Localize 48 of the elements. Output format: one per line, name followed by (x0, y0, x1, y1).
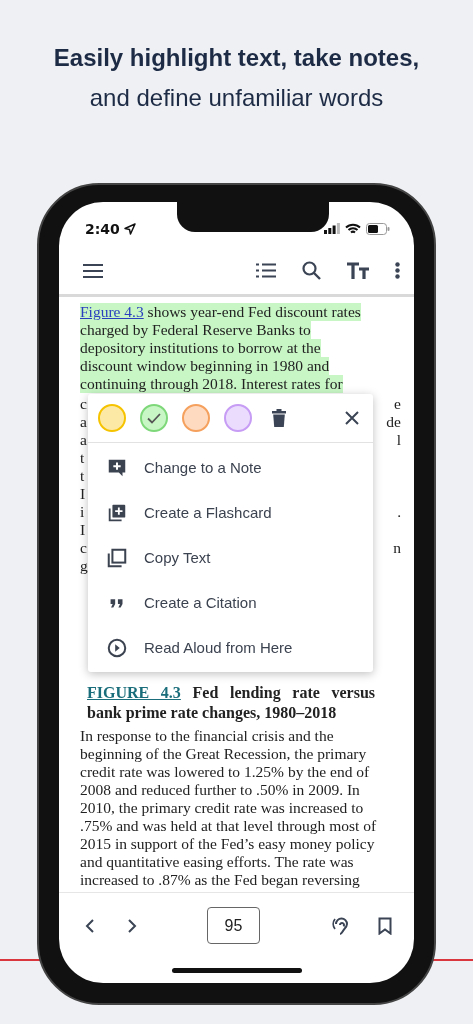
menu-item[interactable]: Copy Text (88, 535, 373, 580)
text-fragment: e (394, 395, 401, 413)
color-swatch[interactable] (140, 404, 168, 432)
menu-item[interactable]: Create a Citation (88, 580, 373, 625)
text-fragment: a (80, 431, 87, 449)
menu-item[interactable]: Create a Flashcard (88, 490, 373, 535)
text-fragment: i (80, 503, 85, 521)
location-arrow-icon (123, 222, 136, 235)
menu-item[interactable]: Change to a Note (88, 445, 373, 490)
text-fragment: I (80, 485, 86, 503)
signal-icon (324, 223, 340, 234)
text-fragment: . (397, 503, 401, 521)
page-number-field[interactable]: 95 (207, 907, 260, 944)
figure-link[interactable]: FIGURE 4.3 (87, 684, 181, 701)
text-fragment: de (386, 413, 401, 431)
battery-icon (366, 222, 390, 235)
list-icon[interactable] (256, 263, 276, 278)
play-circle-icon (106, 636, 128, 659)
previous-page-icon[interactable] (85, 918, 95, 933)
status-time: 2:40 (85, 220, 120, 237)
close-icon[interactable] (345, 411, 359, 425)
color-swatch[interactable] (182, 404, 210, 432)
body-paragraph: In response to the financial crisis and the beginning of the Great Recession, the primary credit rate was lowered to 1.25% by the end of 2008 and reduced further to .50% in 2009. In 2010, the primary credit rate was increased to .75% and was held at that level through most of 2015 in support of the Fed’s easy money policy and quantitative easing efforts. The rate was increased to .87% as the Fed began reversing (80, 727, 378, 889)
wifi-icon (345, 222, 361, 235)
text-fragment: t (80, 467, 85, 485)
menu-item[interactable]: Read Aloud from Here (88, 625, 373, 670)
text-fragment: n (393, 539, 401, 557)
color-swatch[interactable] (98, 404, 126, 432)
bookmark-icon[interactable] (378, 916, 392, 935)
text-fragment: t (80, 449, 85, 467)
text-fragment: c (80, 395, 87, 413)
more-vertical-icon[interactable] (395, 262, 400, 279)
text-size-icon[interactable] (347, 262, 369, 279)
text-fragment: l (396, 431, 401, 449)
text-fragment: I (80, 521, 86, 539)
trash-icon[interactable] (272, 409, 286, 427)
text-fragment: g (80, 557, 88, 575)
text-fragment: a (80, 413, 87, 431)
next-page-icon[interactable] (127, 918, 137, 933)
search-icon[interactable] (302, 261, 321, 280)
copy-icon (106, 546, 128, 569)
menu-icon[interactable] (83, 263, 103, 278)
figure-caption: FIGURE 4.3 Fed lending rate versus bank prime rate changes, 1980–2018 (87, 683, 375, 723)
figure-link[interactable]: Figure 4.3 (80, 303, 144, 320)
headline: Easily highlight text, take notes, (53, 44, 420, 72)
color-swatch[interactable] (224, 404, 252, 432)
text-fragment: c (80, 539, 87, 557)
subheadline: and define unfamiliar words (89, 84, 384, 112)
